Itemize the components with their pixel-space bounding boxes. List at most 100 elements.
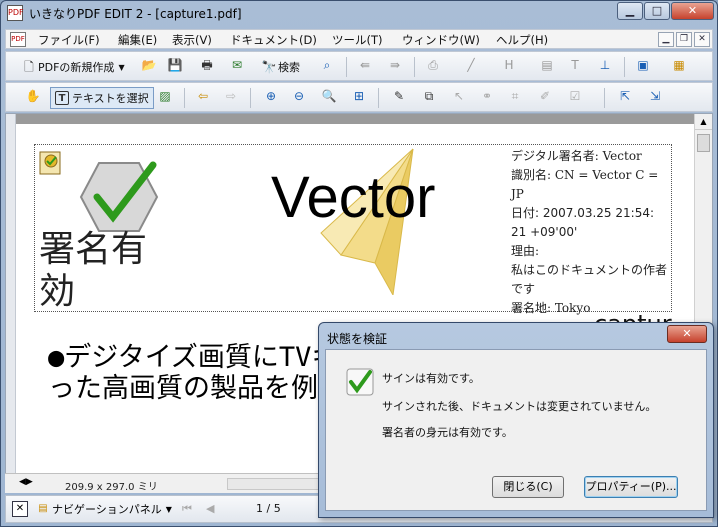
verify-status-dialog: 状態を検証 ✕ サインは有効です。 サインされた後、ドキュメントは変更されていま…: [318, 322, 714, 518]
hand-tool-icon[interactable]: ✋: [24, 87, 42, 105]
menu-help[interactable]: ヘルプ(H): [496, 32, 548, 48]
fit-page-icon[interactable]: ⊞: [350, 87, 368, 105]
menu-view[interactable]: 表示(V): [172, 32, 212, 48]
nav-panel-button[interactable]: ▤ ナビゲーションパネル ▼: [36, 501, 172, 517]
line-tool-icon[interactable]: ╱: [462, 56, 480, 74]
zoom-in-icon[interactable]: ⊕: [262, 87, 280, 105]
dialog-close-button[interactable]: ✕: [667, 325, 707, 343]
nav-panel-label: ナビゲーションパネル: [52, 503, 162, 516]
scroll-thumb[interactable]: [697, 134, 710, 152]
dialog-message-unchanged: サインされた後、ドキュメントは変更されていません。: [382, 400, 657, 413]
find-replace-icon[interactable]: ⌕: [318, 56, 336, 74]
link-icon[interactable]: ⚭: [478, 87, 496, 105]
page-icon[interactable]: ▤: [538, 56, 556, 74]
arrange-right-icon[interactable]: ⇛: [386, 56, 404, 74]
forward-arrow-icon[interactable]: ⇨: [222, 87, 240, 105]
menu-file[interactable]: ファイル(F): [38, 32, 100, 48]
properties-button[interactable]: プロパティー(P)...: [584, 476, 678, 498]
text-select-icon: T: [55, 91, 69, 105]
close-dialog-button[interactable]: 閉じる(C): [492, 476, 564, 498]
signature-status-text: 署名有効: [39, 229, 148, 312]
save-icon[interactable]: 💾: [166, 56, 184, 74]
app-pdf-icon[interactable]: PDF: [7, 5, 24, 21]
horizontal-scrollbar[interactable]: [227, 478, 321, 490]
mdi-minimize-icon[interactable]: ▁: [658, 32, 674, 47]
select-text-button[interactable]: T テキストを選択: [50, 87, 154, 109]
h-scroll-arrows-icon[interactable]: ◀▶: [19, 477, 33, 487]
reason-label: 理由:: [511, 244, 540, 258]
title-bar: PDF いきなりPDF EDIT 2 - [capture1.pdf] ▁ □ …: [1, 1, 717, 27]
page-indicator[interactable]: 1 / 5: [256, 502, 281, 515]
search-button[interactable]: 🔭 検索: [260, 56, 300, 78]
import-icon[interactable]: ⇲: [646, 87, 664, 105]
signer-label: デジタル署名者: Vector: [511, 149, 642, 163]
mdi-restore-icon[interactable]: ❐: [676, 32, 692, 47]
menu-tools[interactable]: ツール(T): [332, 32, 383, 48]
page-top-margin: [16, 114, 696, 124]
certificate-icon: [39, 151, 61, 175]
toolbar-separator: [184, 88, 185, 108]
toolbar-separator: [346, 57, 347, 77]
close-panel-icon[interactable]: ✕: [12, 501, 28, 517]
seal-icon[interactable]: ⊥: [596, 56, 614, 74]
toolbar-separator: [250, 88, 251, 108]
check-tool-icon[interactable]: ☑: [566, 87, 584, 105]
print-icon[interactable]: 🖶: [198, 56, 216, 74]
toolbar-separator: [414, 57, 415, 77]
header-icon[interactable]: H: [500, 56, 518, 74]
chevron-down-icon: ▼: [165, 504, 172, 514]
back-arrow-icon[interactable]: ⇦: [194, 87, 212, 105]
doc-menu-icon[interactable]: PDF: [10, 32, 26, 47]
mail-icon[interactable]: ✉: [228, 56, 246, 74]
toolbar-separator: [604, 88, 605, 108]
zoom-out-icon[interactable]: ⊖: [290, 87, 308, 105]
window-title: いきなりPDF EDIT 2 - [capture1.pdf]: [29, 7, 242, 21]
first-page-icon[interactable]: ⏮: [182, 502, 192, 516]
menu-edit[interactable]: 編集(E): [118, 32, 157, 48]
image-select-icon[interactable]: ▨: [156, 87, 174, 105]
page-size-label: 209.9 x 297.0 ミリ: [65, 482, 158, 493]
reason-value: 私はこのドキュメントの作者です: [511, 263, 668, 296]
select-text-label: テキストを選択: [72, 92, 149, 105]
dn-label: 識別名: CN = Vector C = JP: [511, 168, 659, 201]
menu-bar: PDF ファイル(F) 編集(E) 表示(V) ドキュメント(D) ツール(T)…: [5, 29, 713, 49]
arrange-left-icon[interactable]: ⇚: [356, 56, 374, 74]
edit-text-icon[interactable]: ✎: [390, 87, 408, 105]
edit-image-icon[interactable]: ⧉: [420, 87, 438, 105]
chevron-down-icon: ▼: [118, 62, 125, 72]
crop-icon[interactable]: ⌗: [506, 87, 524, 105]
left-ruler[interactable]: [6, 114, 16, 492]
mdi-close-icon[interactable]: ✕: [694, 32, 710, 47]
stamp-icon[interactable]: ⎙: [424, 56, 442, 74]
signature-details: デジタル署名者: Vector 識別名: CN = Vector C = JP …: [511, 147, 671, 318]
dialog-title: 状態を検証: [327, 332, 388, 346]
date-label: 日付: 2007.03.25 21:54: 21 +09'00': [511, 206, 655, 239]
toolbar-separator: [624, 57, 625, 77]
logo-text: Vector: [271, 165, 436, 230]
export-icon[interactable]: ⇱: [616, 87, 634, 105]
new-pdf-button[interactable]: 🗋 PDFの新規作成 ▼: [20, 56, 125, 78]
menu-window[interactable]: ウィンドウ(W): [402, 32, 480, 48]
pen-icon[interactable]: ✐: [536, 87, 554, 105]
menu-document[interactable]: ドキュメント(D): [230, 32, 317, 48]
valid-signature-icon: [346, 368, 374, 396]
maximize-button[interactable]: □: [644, 2, 670, 20]
close-button[interactable]: ✕: [671, 2, 714, 20]
new-document-icon: 🗋: [24, 60, 34, 74]
text-box-icon[interactable]: T: [566, 56, 584, 74]
panel-layout-icon[interactable]: ▣: [634, 56, 652, 74]
zoom-icon[interactable]: 🔍: [320, 87, 338, 105]
valid-check-icon: [79, 161, 159, 232]
signature-field[interactable]: 署名有効 Vector デジタル署名者: Vector 識別名: CN = Ve…: [34, 144, 672, 315]
pointer-icon[interactable]: ↖: [450, 87, 468, 105]
dialog-message-valid: サインは有効です。: [382, 372, 480, 385]
minimize-button[interactable]: ▁: [617, 2, 643, 20]
main-toolbar: 🗋 PDFの新規作成 ▼ 📂 💾 🖶 ✉ 🔭 検索 ⌕ ⇚ ⇛ ⎙ ╱ H ▤ …: [5, 51, 713, 81]
page-layout-icon[interactable]: ▦: [670, 56, 688, 74]
prev-page-icon[interactable]: ◀: [206, 502, 214, 515]
search-label: 検索: [278, 61, 300, 74]
scroll-up-icon[interactable]: ▲: [695, 114, 712, 130]
dialog-body: サインは有効です。 サインされた後、ドキュメントは変更されていません。 署名者の…: [325, 349, 707, 511]
binoculars-icon: 🔭: [261, 60, 277, 74]
open-folder-icon[interactable]: 📂: [140, 56, 158, 74]
